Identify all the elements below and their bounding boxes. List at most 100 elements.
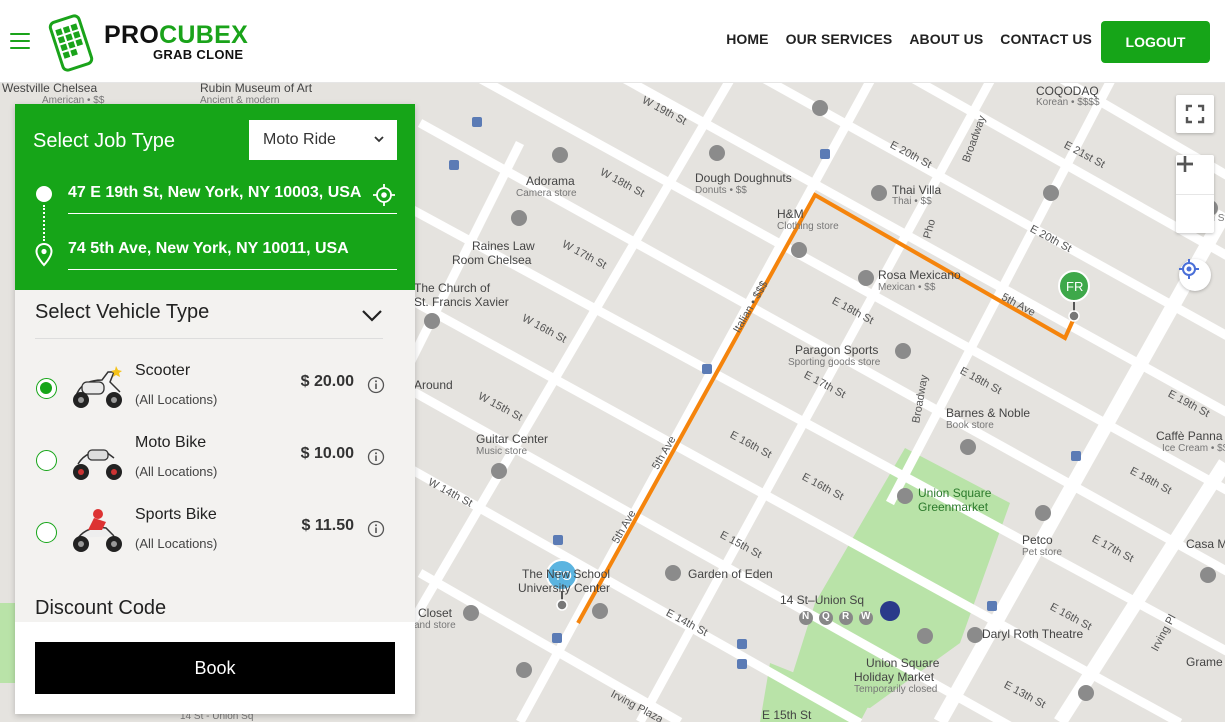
map-label: Mexican • $$ [878, 282, 936, 293]
map-label: The New School [522, 567, 611, 581]
map-label: Paragon Sports [795, 343, 879, 357]
sports-bike-icon [73, 509, 122, 552]
map-label: Petco [1022, 533, 1053, 547]
brand-logo[interactable]: PROCUBEX GRAB CLONE [42, 14, 252, 72]
crosshair-icon [1179, 259, 1199, 279]
nav-our-services[interactable]: OUR SERVICES [786, 31, 893, 47]
map-label: Grame [1186, 655, 1223, 669]
main-nav: HOME OUR SERVICES ABOUT US CONTACT US [726, 31, 1092, 47]
map-label: Union Square [866, 656, 940, 670]
map-label: Temporarily closed [854, 684, 938, 695]
current-location-icon[interactable] [373, 184, 395, 206]
map-label: and store [414, 620, 456, 631]
dropoff-address-input[interactable]: 74 5th Ave, New York, NY 10011, USA [68, 230, 397, 270]
map-label: Book store [946, 420, 994, 431]
vehicle-option-moto-bike[interactable]: Moto Bike (All Locations) $ 10.00 [35, 434, 385, 494]
subway-line-r: R [842, 611, 850, 622]
vehicle-price: $ 20.00 [300, 373, 354, 390]
map-label: H&M [777, 207, 804, 221]
scooter-icon [73, 366, 122, 408]
map-label: Westville Chelsea [2, 83, 98, 95]
map-label: Rosa Mexicano [878, 268, 961, 282]
map-label: Dough Doughnuts [695, 171, 792, 185]
map-label: University Center [518, 581, 611, 595]
destination-pin-icon [35, 243, 53, 267]
discount-code-title: Discount Code [35, 597, 167, 619]
map-label: Raines Law [472, 239, 535, 253]
map-label: Camera store [516, 188, 577, 199]
vehicle-type-header[interactable]: Select Vehicle Type [35, 301, 383, 339]
map-label: Music store [476, 446, 528, 457]
menu-icon[interactable] [10, 33, 30, 49]
vehicle-radio[interactable] [36, 522, 57, 543]
map-label: Greenmarket [918, 500, 989, 514]
booking-panel-header: Select Job Type Moto Ride 47 E 19th St, … [15, 104, 415, 290]
map-label: E 15th St [762, 708, 812, 722]
from-marker-label[interactable]: FR [1066, 279, 1083, 294]
vehicle-type-title: Select Vehicle Type [35, 301, 210, 323]
vehicle-scope: (All Locations) [135, 392, 218, 407]
vehicle-option-sports-bike[interactable]: Sports Bike (All Locations) $ 11.50 [35, 506, 385, 566]
fullscreen-button[interactable] [1176, 95, 1214, 133]
nav-about-us[interactable]: ABOUT US [909, 31, 983, 47]
map-label: Caffè Panna [1156, 429, 1223, 443]
job-type-select[interactable]: Moto Ride [249, 120, 397, 160]
book-footer: Book [15, 622, 415, 714]
minus-icon [1177, 162, 1193, 166]
zoom-out-button[interactable] [1176, 162, 1214, 233]
subway-line-w: W [861, 611, 871, 622]
map-label: Sporting goods store [788, 357, 881, 368]
map-label: Closet [418, 606, 453, 620]
my-location-button[interactable] [1179, 259, 1211, 291]
vehicle-name: Scooter [135, 362, 191, 379]
vehicle-name: Sports Bike [135, 506, 217, 523]
map-label: Thai Villa [892, 183, 942, 197]
vehicle-name: Moto Bike [135, 434, 207, 451]
site-header: PROCUBEX GRAB CLONE HOME OUR SERVICES AB… [0, 0, 1225, 83]
nav-home[interactable]: HOME [726, 31, 768, 47]
zoom-control [1176, 155, 1214, 233]
map-label: Ice Cream • $$ [1162, 443, 1225, 454]
vehicle-radio[interactable] [36, 378, 57, 399]
vehicle-scope: (All Locations) [135, 464, 218, 479]
map-label: The Church of [414, 281, 491, 295]
map-label: Barnes & Noble [946, 406, 1031, 420]
map-label: Room Chelsea [452, 253, 532, 267]
job-type-value: Moto Ride [263, 131, 336, 148]
vehicle-scope: (All Locations) [135, 536, 218, 551]
chevron-down-icon[interactable] [361, 307, 383, 323]
map-label: Korean • $$$$ [1036, 97, 1100, 108]
map-label: Rubin Museum of Art [200, 83, 313, 95]
map-label: Garden of Eden [688, 567, 773, 581]
pickup-address-input[interactable]: 47 E 19th St, New York, NY 10003, USA [68, 174, 397, 214]
vehicle-price: $ 11.50 [301, 517, 355, 534]
map-label: Clothing store [777, 221, 839, 232]
info-icon[interactable] [367, 520, 385, 538]
route-connector [43, 205, 45, 241]
subway-line-q: Q [822, 611, 830, 622]
subway-line-n: N [802, 611, 810, 622]
pickup-dot-icon [36, 186, 52, 202]
brand-subtitle: GRAB CLONE [153, 47, 244, 62]
info-icon[interactable] [367, 448, 385, 466]
fullscreen-icon [1185, 104, 1205, 124]
job-type-title: Select Job Type [33, 130, 175, 152]
map-label: Guitar Center [476, 432, 549, 446]
map-label: Pet store [1022, 547, 1063, 558]
vehicle-price: $ 10.00 [300, 445, 354, 462]
booking-panel: Select Job Type Moto Ride 47 E 19th St, … [15, 104, 415, 714]
vehicle-radio[interactable] [36, 450, 57, 471]
vehicle-option-scooter[interactable]: Scooter (All Locations) $ 20.00 [35, 362, 385, 422]
chevron-down-icon [374, 136, 384, 143]
info-icon[interactable] [367, 376, 385, 394]
map-label: St. Francis Xavier [414, 295, 509, 309]
map-label: COQODAQ [1036, 84, 1099, 98]
logout-button[interactable]: LOGOUT [1101, 21, 1210, 63]
map-label: Holiday Market [854, 670, 935, 684]
map-label: Adorama [526, 174, 575, 188]
map-label: Casa M [1186, 537, 1225, 551]
map-label: Around [414, 378, 453, 392]
brand-name: PROCUBEX [104, 21, 249, 49]
nav-contact-us[interactable]: CONTACT US [1000, 31, 1092, 47]
book-button[interactable]: Book [35, 642, 395, 694]
